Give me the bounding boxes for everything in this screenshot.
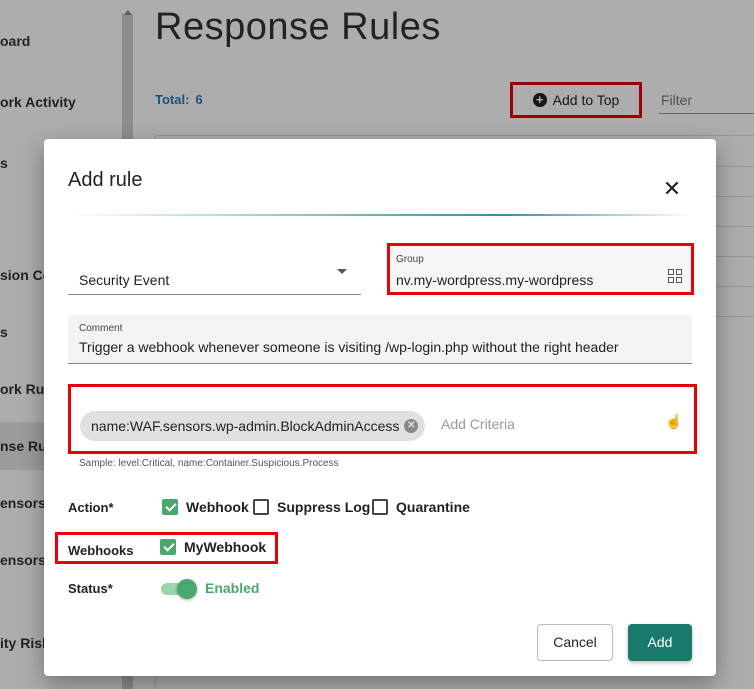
webhook-checkbox-label: Webhook <box>186 499 249 515</box>
action-label: Action* <box>68 500 114 515</box>
dialog-title: Add rule <box>68 169 143 191</box>
event-type-select[interactable]: Security Event <box>68 243 361 295</box>
suppress-log-checkbox-label: Suppress Log <box>277 499 371 515</box>
comment-value: Trigger a webhook whenever someone is vi… <box>79 339 619 355</box>
comment-field[interactable]: Comment Trigger a webhook whenever someo… <box>68 315 692 364</box>
criteria-chip-label: name:WAF.sensors.wp-admin.BlockAdminAcce… <box>91 418 400 434</box>
quarantine-checkbox[interactable]: Quarantine <box>372 497 470 517</box>
chevron-down-icon <box>337 269 347 274</box>
criteria-chip[interactable]: name:WAF.sensors.wp-admin.BlockAdminAcce… <box>80 411 426 441</box>
criteria-input[interactable]: Add Criteria <box>441 416 515 432</box>
event-type-value: Security Event <box>79 272 170 288</box>
webhook-checkbox[interactable]: Webhook <box>162 497 249 517</box>
close-icon[interactable]: ✕ <box>662 178 682 200</box>
status-value: Enabled <box>205 580 260 596</box>
add-button[interactable]: Add <box>628 624 692 661</box>
mywebhook-checkbox[interactable]: MyWebhook <box>160 537 266 557</box>
checkbox-unchecked-icon <box>372 499 388 515</box>
comment-label: Comment <box>79 323 123 334</box>
checkbox-unchecked-icon <box>253 499 269 515</box>
remove-chip-icon[interactable]: ✕ <box>404 419 419 433</box>
add-rule-dialog: Add rule ✕ Security Event Group nv.my-wo… <box>44 139 716 676</box>
group-label: Group <box>396 254 424 265</box>
group-field[interactable]: Group nv.my-wordpress.my-wordpress <box>387 243 694 295</box>
hand-pointer-icon[interactable]: ☝ <box>665 413 682 429</box>
criteria-field[interactable]: name:WAF.sensors.wp-admin.BlockAdminAcce… <box>68 384 697 454</box>
mywebhook-checkbox-label: MyWebhook <box>184 539 267 555</box>
checkbox-checked-icon <box>162 499 178 515</box>
criteria-sample-hint: Sample: level:Critical, name:Container.S… <box>79 458 339 469</box>
toggle-knob <box>177 579 197 599</box>
status-toggle[interactable] <box>161 579 197 599</box>
status-label: Status* <box>68 581 113 596</box>
suppress-log-checkbox[interactable]: Suppress Log <box>253 497 370 517</box>
dialog-divider <box>68 214 692 216</box>
grid-icon[interactable] <box>668 269 682 283</box>
checkbox-checked-icon <box>160 539 176 555</box>
quarantine-checkbox-label: Quarantine <box>396 499 470 515</box>
cancel-button[interactable]: Cancel <box>537 624 613 661</box>
webhooks-label: Webhooks <box>68 543 134 558</box>
group-value: nv.my-wordpress.my-wordpress <box>396 272 594 288</box>
